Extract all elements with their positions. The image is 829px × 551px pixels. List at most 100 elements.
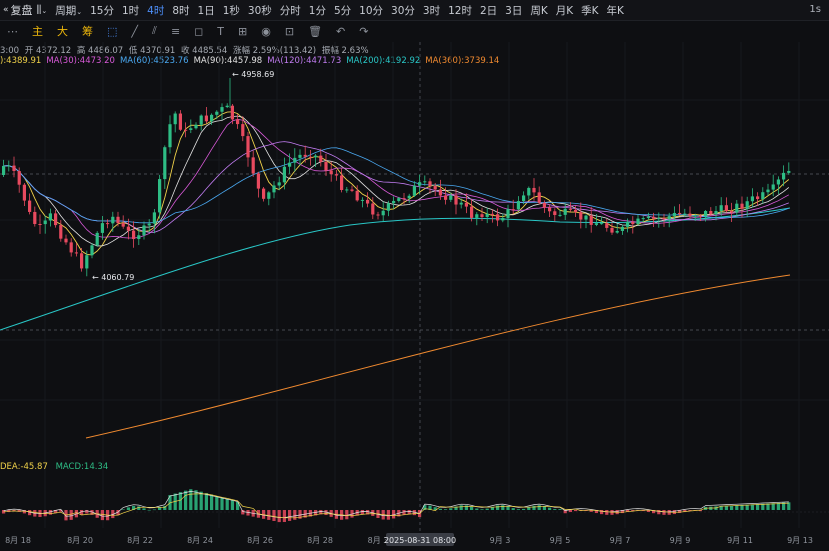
x-axis-label: 9月 9 <box>670 536 691 545</box>
candle-body <box>563 208 567 215</box>
x-axis-label: 9月 13 <box>787 536 813 545</box>
candle-body <box>730 211 734 213</box>
macd-bar <box>230 500 234 510</box>
candle-body <box>132 230 136 240</box>
candle-body <box>236 119 240 125</box>
macd-bar <box>199 491 203 510</box>
ma-200-line <box>0 207 791 331</box>
macd-bar <box>189 489 193 510</box>
candle-body <box>116 216 120 224</box>
macd-bar <box>574 510 578 512</box>
macd-bar <box>438 508 442 510</box>
candle-body <box>626 221 630 227</box>
candle-body <box>704 210 708 217</box>
candle-body <box>766 189 770 193</box>
candle-body <box>662 218 666 220</box>
macd-bar <box>220 497 224 510</box>
candle-body <box>735 203 739 213</box>
candle-body <box>178 113 182 130</box>
candle-body <box>532 187 536 193</box>
macd-bar <box>194 490 198 510</box>
macd-bar <box>558 509 562 510</box>
macd-bar <box>137 506 141 510</box>
candle-body <box>693 215 697 217</box>
macd-bar <box>568 510 572 513</box>
macd-bar <box>516 509 520 510</box>
x-axis-label: 8月 24 <box>187 536 213 545</box>
candle-body <box>459 202 463 205</box>
candle-body <box>496 214 500 221</box>
candle-body <box>376 214 380 216</box>
macd-bar <box>511 508 515 510</box>
candle-body <box>85 255 89 269</box>
macd-bar <box>147 509 151 511</box>
candle-body <box>293 157 297 163</box>
candle-body <box>652 216 656 219</box>
candle-body <box>402 198 406 200</box>
candle-body <box>324 161 328 171</box>
candle-body <box>438 189 442 196</box>
candle-body <box>475 214 479 218</box>
candle-body <box>210 114 214 122</box>
candle-body <box>698 215 702 217</box>
candle-body <box>761 192 765 200</box>
macd-bar <box>204 493 208 510</box>
candle-body <box>158 179 162 213</box>
candle-body <box>542 202 546 208</box>
candle-body <box>173 113 177 125</box>
candle-body <box>782 172 786 180</box>
candle-body <box>272 185 276 193</box>
x-axis-label: 9月 11 <box>727 536 753 545</box>
high-price-label: ← 4958.69 <box>232 70 274 79</box>
candle-body <box>506 209 510 218</box>
macd-bar <box>506 506 510 510</box>
candle-body <box>2 165 6 175</box>
macd-bar <box>522 508 526 510</box>
macd-dea-value: DEA:-45.87 <box>0 462 48 472</box>
macd-bar <box>662 510 666 515</box>
macd-bar <box>740 504 744 510</box>
candle-body <box>485 213 489 217</box>
price-chart[interactable]: ← 4958.69 ← 4060.79 8月 18 8月 20 8月 22 8月 24 8… <box>0 0 829 551</box>
candle-body <box>345 189 349 191</box>
low-price-label: ← 4060.79 <box>92 273 134 282</box>
macd-legend: DEA:-45.87 MACD:14.34 <box>0 462 113 472</box>
macd-bar <box>553 509 557 510</box>
candle-body <box>553 211 557 216</box>
candle-body <box>724 205 728 212</box>
macd-bar <box>407 510 411 515</box>
candle-body <box>314 155 318 158</box>
candle-body <box>241 124 245 137</box>
candle-body <box>719 205 723 212</box>
candle-body <box>256 173 260 189</box>
candle-body <box>184 129 188 131</box>
macd-bar <box>449 508 453 510</box>
candle-body <box>33 211 37 225</box>
macd-bar <box>293 510 297 520</box>
candle-body <box>163 147 167 180</box>
candle-body <box>418 182 422 186</box>
candle-body <box>204 115 208 122</box>
candle-body <box>90 245 94 256</box>
candle-body <box>672 212 676 217</box>
candle-body <box>449 195 453 200</box>
candle-body <box>381 210 385 216</box>
candle-body <box>246 136 250 158</box>
macd-bar <box>496 505 500 510</box>
candle-body <box>397 198 401 201</box>
candle-body <box>444 195 448 200</box>
candle-body <box>220 107 224 112</box>
candle-body <box>251 157 255 174</box>
candle-body <box>147 223 151 226</box>
macd-bar <box>459 505 463 510</box>
macd-bar <box>210 494 214 510</box>
candle-body <box>740 203 744 209</box>
macd-bar <box>178 492 182 510</box>
macd-bar <box>724 505 728 510</box>
x-axis-label: 8月 18 <box>5 536 31 545</box>
candle-body <box>584 215 588 220</box>
candle-body <box>100 223 104 233</box>
macd-bar <box>485 508 489 510</box>
candle-body <box>168 124 172 148</box>
macd-bar <box>470 506 474 510</box>
